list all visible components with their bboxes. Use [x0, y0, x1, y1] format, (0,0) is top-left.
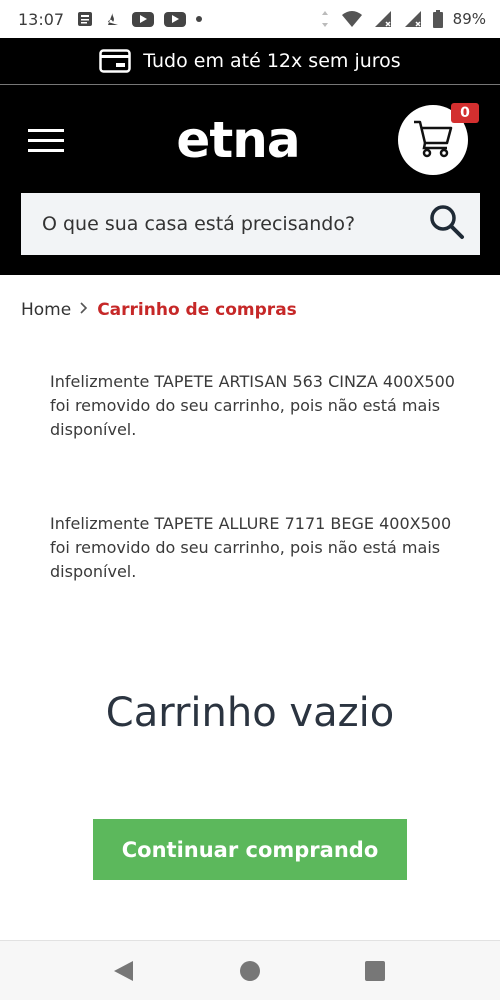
system-icons: 89%	[319, 10, 486, 28]
breadcrumb: Home Carrinho de compras	[21, 300, 297, 320]
signal-icon	[403, 10, 423, 28]
empty-cart-title: Carrinho vazio	[105, 690, 395, 736]
removed-item-message: Infelizmente TAPETE ALLURE 7171 BEGE 400…	[50, 514, 452, 581]
notification-icons	[76, 10, 203, 28]
status-time: 13:07	[18, 9, 65, 29]
battery-level: 89%	[452, 10, 486, 28]
credit-card-icon	[99, 49, 132, 73]
signal-icon	[373, 10, 393, 28]
breadcrumb-current: Carrinho de compras	[97, 300, 297, 320]
search-button[interactable]	[428, 205, 466, 243]
promo-text: Tudo em até 12x sem juros	[143, 50, 401, 72]
news-icon	[76, 10, 94, 28]
wifi-icon	[341, 10, 363, 28]
continue-shopping-button[interactable]: Continuar comprando	[93, 819, 407, 880]
battery-icon	[432, 10, 443, 28]
youtube-icon	[132, 11, 155, 27]
menu-icon[interactable]	[28, 129, 66, 153]
santander-icon	[104, 10, 122, 28]
breadcrumb-home-link[interactable]: Home	[21, 300, 71, 320]
site-header: etna 0	[0, 85, 500, 275]
android-nav-bar	[0, 940, 500, 1000]
home-icon[interactable]	[240, 961, 260, 981]
vibrate-icon	[319, 10, 331, 28]
chevron-right-icon	[79, 300, 89, 320]
removed-item-message: Infelizmente TAPETE ARTISAN 563 CINZA 40…	[50, 372, 455, 439]
etna-logo[interactable]: etna	[163, 105, 313, 175]
youtube-icon	[164, 11, 187, 27]
search-bar	[21, 193, 480, 255]
back-icon[interactable]	[114, 961, 133, 981]
shopping-cart-icon	[412, 118, 454, 162]
search-input[interactable]	[21, 193, 411, 255]
promo-banner: Tudo em até 12x sem juros	[0, 38, 500, 84]
dot-icon	[196, 16, 203, 22]
cart-count-badge: 0	[451, 103, 479, 123]
recents-icon[interactable]	[365, 961, 385, 981]
status-bar: 13:07 89%	[0, 0, 500, 38]
search-icon	[429, 204, 465, 244]
